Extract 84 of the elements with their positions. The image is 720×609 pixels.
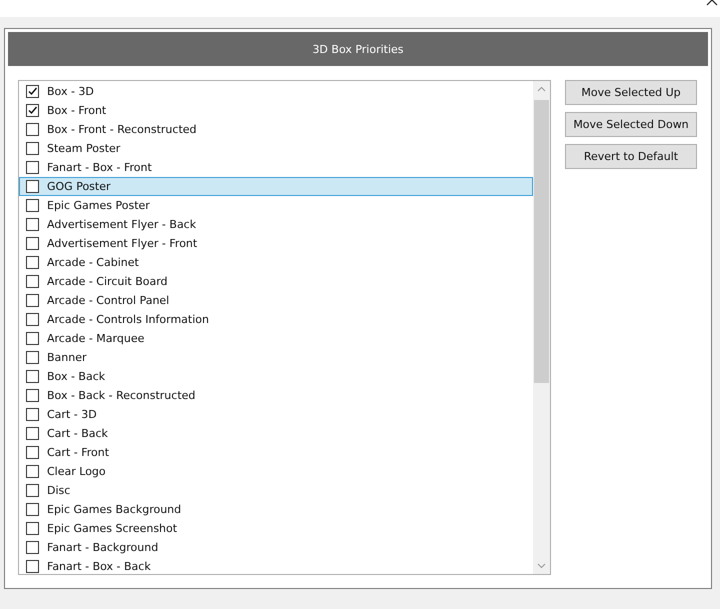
list-item[interactable]: Cart - Front <box>19 443 533 462</box>
item-label: Cart - Front <box>47 446 110 459</box>
checkbox[interactable] <box>26 427 39 440</box>
item-label: Advertisement Flyer - Back <box>47 218 196 231</box>
item-label: Arcade - Controls Information <box>47 313 209 326</box>
checkbox[interactable] <box>26 104 39 117</box>
list-item[interactable]: Box - 3D <box>19 82 533 101</box>
action-button[interactable]: Move Selected Down <box>565 112 697 137</box>
list-item[interactable]: Box - Front <box>19 101 533 120</box>
checkbox[interactable] <box>26 294 39 307</box>
item-label: Fanart - Box - Back <box>47 560 151 573</box>
action-button[interactable]: Move Selected Up <box>565 80 697 105</box>
item-label: Arcade - Marquee <box>47 332 144 345</box>
item-label: Box - Front - Reconstructed <box>47 123 197 136</box>
item-label: Cart - 3D <box>47 408 97 421</box>
checkbox[interactable] <box>26 180 39 193</box>
list-item[interactable]: Arcade - Cabinet <box>19 253 533 272</box>
item-label: Arcade - Circuit Board <box>47 275 168 288</box>
checkbox[interactable] <box>26 389 39 402</box>
checkbox[interactable] <box>26 199 39 212</box>
item-label: Box - Back - Reconstructed <box>47 389 196 402</box>
scrollbar[interactable] <box>533 81 550 574</box>
checkbox[interactable] <box>26 541 39 554</box>
checkbox[interactable] <box>26 484 39 497</box>
list-item[interactable]: Epic Games Screenshot <box>19 519 533 538</box>
list-item[interactable]: Steam Poster <box>19 139 533 158</box>
list-item[interactable]: Box - Back <box>19 367 533 386</box>
checkbox[interactable] <box>26 351 39 364</box>
checkbox[interactable] <box>26 332 39 345</box>
checkbox[interactable] <box>26 256 39 269</box>
checkbox[interactable] <box>26 465 39 478</box>
item-label: Advertisement Flyer - Front <box>47 237 198 250</box>
list-item[interactable]: Arcade - Marquee <box>19 329 533 348</box>
item-label: Steam Poster <box>47 142 120 155</box>
item-label: Epic Games Poster <box>47 199 150 212</box>
checkbox[interactable] <box>26 313 39 326</box>
list-item[interactable]: GOG Poster <box>19 177 533 196</box>
item-label: Box - 3D <box>47 85 94 98</box>
item-label: Epic Games Background <box>47 503 182 516</box>
list-item[interactable]: Fanart - Background <box>19 538 533 557</box>
dialog-title: 3D Box Priorities <box>312 42 404 56</box>
list-item[interactable]: Box - Back - Reconstructed <box>19 386 533 405</box>
checkbox[interactable] <box>26 237 39 250</box>
list-item[interactable]: Fanart - Box - Front <box>19 158 533 177</box>
list-item[interactable]: Cart - 3D <box>19 405 533 424</box>
list-item[interactable]: Advertisement Flyer - Front <box>19 234 533 253</box>
checkbox[interactable] <box>26 123 39 136</box>
checkbox[interactable] <box>26 275 39 288</box>
checkbox[interactable] <box>26 560 39 573</box>
item-label: Epic Games Screenshot <box>47 522 178 535</box>
item-label: Box - Back <box>47 370 106 383</box>
list-item[interactable]: Cart - Back <box>19 424 533 443</box>
item-label: GOG Poster <box>47 180 111 193</box>
item-label: Banner <box>47 351 87 364</box>
item-label: Arcade - Control Panel <box>47 294 170 307</box>
item-label: Fanart - Box - Front <box>47 161 152 174</box>
checkbox[interactable] <box>26 370 39 383</box>
checkbox[interactable] <box>26 218 39 231</box>
item-label: Clear Logo <box>47 465 106 478</box>
action-button[interactable]: Revert to Default <box>565 144 697 169</box>
checkbox[interactable] <box>26 446 39 459</box>
checkbox[interactable] <box>26 522 39 535</box>
list-item[interactable]: Fanart - Box - Back <box>19 557 533 574</box>
checkbox[interactable] <box>26 503 39 516</box>
checkbox[interactable] <box>26 142 39 155</box>
item-label: Arcade - Cabinet <box>47 256 139 269</box>
list-item[interactable]: Disc <box>19 481 533 500</box>
item-label: Box - Front <box>47 104 106 117</box>
item-label: Cart - Back <box>47 427 108 440</box>
list-item[interactable]: Box - Front - Reconstructed <box>19 120 533 139</box>
list-item[interactable]: Banner <box>19 348 533 367</box>
item-label: Disc <box>47 484 70 497</box>
list-item[interactable]: Epic Games Background <box>19 500 533 519</box>
list-item[interactable]: Advertisement Flyer - Back <box>19 215 533 234</box>
list-item[interactable]: Arcade - Circuit Board <box>19 272 533 291</box>
item-label: Fanart - Background <box>47 541 158 554</box>
checkbox[interactable] <box>26 85 39 98</box>
list-item[interactable]: Clear Logo <box>19 462 533 481</box>
scroll-thumb[interactable] <box>534 100 549 383</box>
list-item[interactable]: Epic Games Poster <box>19 196 533 215</box>
checkbox[interactable] <box>26 408 39 421</box>
checkbox[interactable] <box>26 161 39 174</box>
list-item[interactable]: Arcade - Controls Information <box>19 310 533 329</box>
list-item[interactable]: Arcade - Control Panel <box>19 291 533 310</box>
